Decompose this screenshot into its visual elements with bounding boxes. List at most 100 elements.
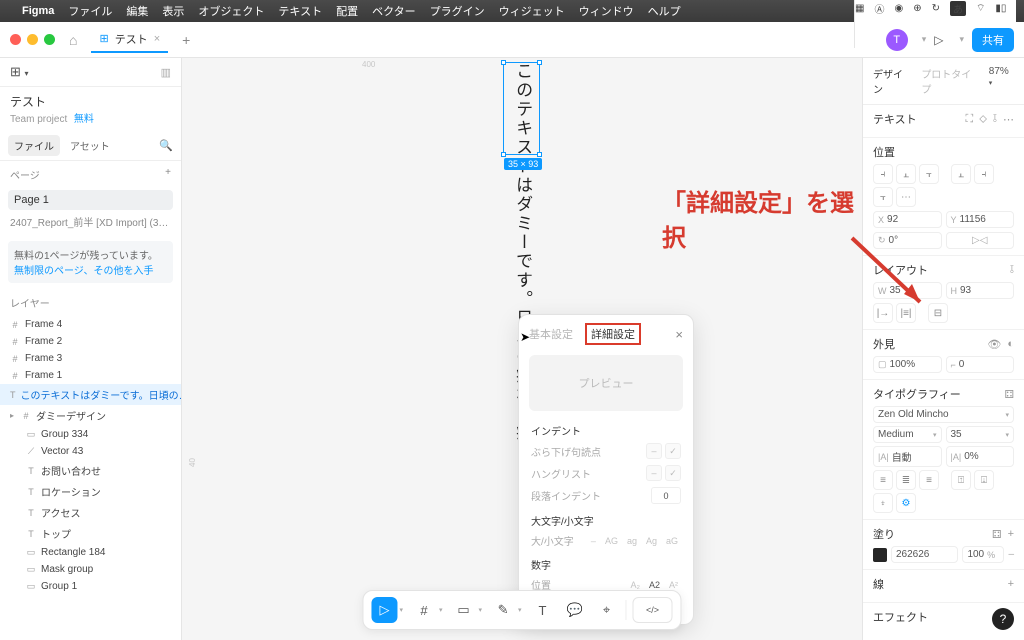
layer-item[interactable]: Tこのテキストはダミーです。日頃の…: [0, 384, 181, 405]
file-tab[interactable]: ⊞ テスト ×: [91, 27, 168, 53]
popup-tab-advanced[interactable]: 詳細設定: [585, 323, 641, 345]
search-icon[interactable]: 🔍: [159, 139, 173, 152]
text-valign-top-icon[interactable]: ⍐: [951, 470, 971, 490]
chevron-down-icon[interactable]: ▾: [922, 34, 927, 45]
menu-item[interactable]: ファイル: [68, 3, 112, 19]
tab-prototype[interactable]: プロトタイプ: [921, 66, 978, 96]
layer-item[interactable]: ▭Group 1: [0, 578, 181, 595]
status-icon[interactable]: ↻: [932, 3, 940, 14]
text-align-left-icon[interactable]: ≡: [873, 470, 893, 490]
align-right-icon[interactable]: ⫟: [919, 164, 939, 184]
status-icon[interactable]: ⊕: [913, 3, 921, 14]
letter-spacing-input[interactable]: |A|0%: [946, 446, 1015, 467]
fill-swatch[interactable]: [873, 548, 887, 562]
opacity-input[interactable]: ▢100%: [873, 356, 942, 373]
tab-assets[interactable]: アセット: [64, 135, 116, 156]
paragraph-indent-input[interactable]: [651, 487, 681, 504]
tab-file[interactable]: ファイル: [8, 135, 60, 156]
layer-item[interactable]: ▭Mask group: [0, 561, 181, 578]
menu-item[interactable]: 配置: [336, 3, 358, 19]
text-valign-bot-icon[interactable]: ⍖: [873, 493, 893, 513]
case-options[interactable]: –AGagAgaG: [588, 534, 681, 548]
new-tab-button[interactable]: +: [176, 32, 196, 48]
page-item[interactable]: 2407_Report_前半 [XD Import] (30-Ju…: [0, 212, 181, 235]
line-height-input[interactable]: |A|自動: [873, 446, 942, 467]
text-valign-mid-icon[interactable]: ⍗: [974, 470, 994, 490]
share-button[interactable]: 共有: [972, 28, 1014, 52]
menu-item[interactable]: オブジェクト: [198, 3, 264, 19]
layer-item[interactable]: ⟋Vector 43: [0, 443, 181, 460]
align-vcenter-icon[interactable]: ⫞: [974, 164, 994, 184]
layer-item[interactable]: Tロケーション: [0, 481, 181, 502]
status-icon[interactable]: Ⓐ: [874, 1, 884, 16]
toggle-off[interactable]: –: [646, 465, 662, 481]
layer-item[interactable]: ▸#ダミーデザイン: [0, 405, 181, 426]
layer-item[interactable]: ▭Group 334: [0, 426, 181, 443]
font-weight-select[interactable]: Medium▾: [873, 426, 942, 443]
blend-icon[interactable]: ◐: [1007, 338, 1014, 351]
expand-icon[interactable]: ▸: [10, 411, 14, 420]
layer-item[interactable]: Tお問い合わせ: [0, 460, 181, 481]
visibility-icon[interactable]: 👁: [987, 338, 1001, 351]
layer-item[interactable]: #Frame 3: [0, 350, 181, 367]
toggle-on[interactable]: ✓: [665, 443, 681, 459]
add-stroke-button[interactable]: +: [1008, 578, 1014, 590]
project-name[interactable]: テスト: [10, 93, 171, 110]
menu-item[interactable]: 編集: [126, 3, 148, 19]
y-input[interactable]: Y11156: [946, 211, 1015, 228]
chevron-down-icon[interactable]: ▾: [959, 34, 964, 45]
home-icon[interactable]: ⌂: [63, 32, 83, 48]
link-icon[interactable]: ⛶: [966, 113, 974, 126]
flip-button[interactable]: ▷◁: [946, 232, 1015, 249]
tab-design[interactable]: デザイン: [873, 66, 911, 96]
menu-app[interactable]: Figma: [22, 5, 54, 17]
layer-item[interactable]: #Frame 1: [0, 367, 181, 384]
status-icon[interactable]: ▦: [855, 3, 864, 14]
menu-item[interactable]: プラグイン: [430, 3, 485, 19]
text-tool[interactable]: T: [530, 597, 556, 623]
text-align-right-icon[interactable]: ≡: [919, 470, 939, 490]
battery-icon[interactable]: ▮▯: [995, 3, 1006, 14]
move-tool[interactable]: ▷: [371, 597, 397, 623]
text-settings-button[interactable]: ⚙: [896, 493, 916, 513]
add-fill-button[interactable]: +: [1008, 528, 1014, 541]
comment-tool[interactable]: 💬: [562, 597, 588, 623]
layer-item[interactable]: Tアクセス: [0, 502, 181, 523]
style-icon[interactable]: ⚃: [1004, 388, 1014, 401]
frame-tool[interactable]: #: [411, 597, 437, 623]
toggle-off[interactable]: –: [646, 443, 662, 459]
menu-item[interactable]: テキスト: [278, 3, 322, 19]
chevron-down-icon[interactable]: ▾: [479, 606, 483, 614]
style-picker-icon[interactable]: ⚃: [992, 528, 1002, 541]
layer-item[interactable]: Tトップ: [0, 523, 181, 544]
menu-item[interactable]: ヘルプ: [648, 3, 681, 19]
fill-opacity-input[interactable]: 100%: [962, 546, 1004, 563]
align-left-icon[interactable]: ⫞: [873, 164, 893, 184]
component-icon[interactable]: ⬦: [979, 113, 987, 126]
popup-tab-basic[interactable]: 基本設定: [529, 324, 573, 344]
panel-toggle-icon[interactable]: ▥: [161, 66, 171, 79]
page-item[interactable]: Page 1: [8, 190, 173, 210]
fill-hex-input[interactable]: 262626: [891, 546, 958, 563]
layer-item[interactable]: #Frame 4: [0, 316, 181, 333]
selection-box[interactable]: [503, 62, 540, 155]
corner-input[interactable]: ⌐0: [946, 356, 1015, 373]
zoom-icon[interactable]: [44, 34, 55, 45]
rectangle-tool[interactable]: ▭: [451, 597, 477, 623]
align-top-icon[interactable]: ⫠: [951, 164, 971, 184]
menu-item[interactable]: ベクター: [372, 3, 416, 19]
autolayout-add-icon[interactable]: ⫱: [1010, 264, 1014, 277]
ime-icon[interactable]: あ: [950, 1, 966, 16]
font-size-input[interactable]: 35▾: [946, 426, 1015, 443]
menu-item[interactable]: 表示: [162, 3, 184, 19]
close-icon[interactable]: [10, 34, 21, 45]
present-button[interactable]: ▷: [934, 33, 943, 47]
canvas[interactable]: 40 400 このテキストはダミーです。日頃の疲れを癒 35 × 93 「詳細設…: [182, 58, 862, 640]
actions-tool[interactable]: ⌖: [594, 597, 620, 623]
pen-tool[interactable]: ✎: [490, 597, 516, 623]
tab-close-icon[interactable]: ×: [154, 33, 160, 45]
menu-item[interactable]: ウィンドウ: [579, 3, 634, 19]
align-hcenter-icon[interactable]: ⫠: [896, 164, 916, 184]
layer-item[interactable]: #Frame 2: [0, 333, 181, 350]
traffic-lights[interactable]: [10, 34, 55, 45]
